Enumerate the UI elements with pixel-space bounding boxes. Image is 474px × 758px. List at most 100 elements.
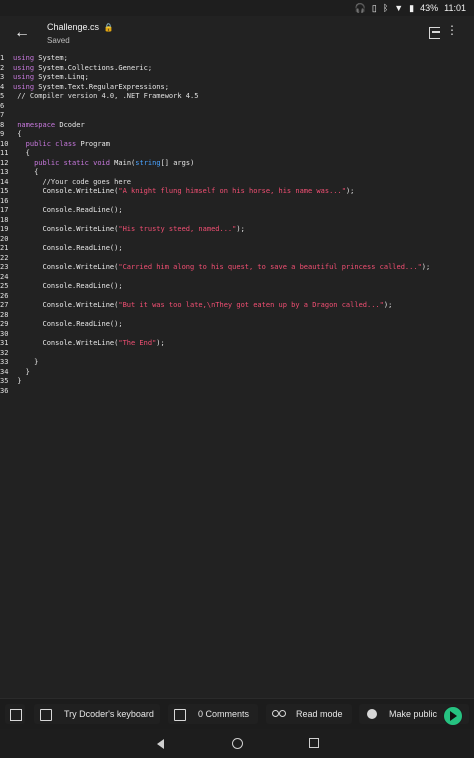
app-bar: ← Challenge.cs 🔒 Saved ⋮ (0, 16, 474, 50)
code-token: Console.WriteLine( (13, 301, 119, 309)
code-text: //Your code goes here (13, 177, 132, 186)
line-number: 7 (0, 111, 5, 119)
code-line[interactable]: 29 Console.ReadLine(); (0, 320, 474, 329)
line-number: 31 (0, 339, 9, 347)
code-line[interactable]: 19 Console.WriteLine("His trusty steed, … (0, 225, 474, 234)
code-line[interactable]: 28 (0, 311, 474, 320)
code-line[interactable]: 2 using System.Collections.Generic; (0, 64, 474, 73)
code-line[interactable]: 18 (0, 216, 474, 225)
code-line[interactable]: 36 (0, 387, 474, 396)
code-line[interactable]: 32 (0, 349, 474, 358)
line-number: 26 (0, 291, 9, 300)
line-number: 29 (0, 320, 9, 328)
code-text: } (13, 368, 30, 376)
code-token: // Compiler version 4.0, .NET Framework … (13, 92, 199, 100)
line-number: 20 (0, 234, 9, 243)
lock-icon: 🔒 (103, 23, 114, 32)
line-number: 4 (0, 82, 5, 91)
code-token: ); (345, 187, 355, 195)
more-vert-icon[interactable]: ⋮ (446, 24, 458, 36)
code-text: Console.ReadLine(); (13, 206, 123, 214)
status-icons: 🎧 ▯ ᛒ ▼ ▮ 43% 11:01 (355, 2, 466, 14)
code-token: "His trusty steed, named..." (118, 225, 237, 233)
code-token: Main( (109, 158, 136, 167)
code-line[interactable]: 25 Console.ReadLine(); (0, 282, 474, 291)
code-line[interactable]: 11 { (0, 149, 474, 158)
try-keyboard-button[interactable]: Try Dcoder's keyboard (34, 704, 160, 724)
nav-back-icon[interactable] (157, 739, 164, 749)
comments-button[interactable]: 0 Comments (168, 704, 258, 724)
code-line[interactable]: 10 public class Program (0, 140, 474, 149)
code-line[interactable]: 15 Console.WriteLine("A knight flung him… (0, 187, 474, 196)
back-arrow-icon[interactable]: ← (14, 25, 30, 41)
code-line[interactable]: 12 public static void Main(string[] args… (0, 159, 474, 168)
line-number: 21 (0, 244, 9, 252)
code-token: System.Linq; (34, 73, 89, 81)
code-line[interactable]: 13 { (0, 168, 474, 177)
menu-button[interactable] (5, 704, 25, 724)
code-token: "A knight flung himself on his horse, hi… (118, 187, 346, 195)
code-token: ); (236, 225, 245, 233)
code-line[interactable]: 27 Console.WriteLine("But it was too lat… (0, 301, 474, 310)
code-text: { (13, 149, 30, 157)
code-line[interactable]: 22 (0, 254, 474, 263)
code-line[interactable]: 7 (0, 111, 474, 120)
code-line[interactable]: 1 using System; (0, 54, 474, 63)
bluetooth-icon: ᛒ (382, 3, 389, 13)
code-line[interactable]: 3 using System.Linq; (0, 73, 474, 82)
code-line[interactable]: 30 (0, 330, 474, 339)
code-line[interactable]: 9 { (0, 130, 474, 139)
code-token: namespace (17, 120, 56, 129)
code-token: [] args) (160, 158, 195, 167)
code-line[interactable]: 16 (0, 197, 474, 206)
code-line[interactable]: 35 } (0, 377, 474, 386)
code-line[interactable]: 8 namespace Dcoder (0, 121, 474, 130)
exit-icon[interactable] (429, 27, 440, 39)
code-token: ); (383, 301, 393, 309)
code-line[interactable]: 14 //Your code goes here (0, 178, 474, 187)
code-line[interactable]: 34 } (0, 368, 474, 377)
line-number: 34 (0, 367, 9, 376)
code-token: //Your code goes here (13, 177, 132, 186)
code-text: Console.WriteLine("The End"); (13, 339, 165, 347)
code-text: Console.WriteLine("But it was too late,\… (13, 301, 393, 309)
code-token: Program (76, 139, 110, 148)
code-text: } (13, 358, 38, 366)
nav-recents-icon[interactable] (309, 738, 319, 748)
code-line[interactable]: 24 (0, 273, 474, 282)
code-text: namespace Dcoder (13, 120, 85, 129)
code-line[interactable]: 21 Console.ReadLine(); (0, 244, 474, 253)
code-line[interactable]: 33 } (0, 358, 474, 367)
code-token: Dcoder (55, 120, 85, 129)
code-token: Console.WriteLine( (13, 339, 119, 347)
run-icon[interactable] (443, 706, 463, 726)
code-editor[interactable]: 1 using System; 2 using System.Collections.… (0, 54, 474, 404)
read-mode-button[interactable]: Read mode (266, 704, 352, 724)
code-line[interactable]: 17 Console.ReadLine(); (0, 206, 474, 215)
code-line[interactable]: 31 Console.WriteLine("The End"); (0, 339, 474, 348)
code-text: } (13, 377, 21, 385)
code-token: { (13, 149, 30, 157)
code-token: Console.WriteLine( (13, 187, 119, 195)
code-token: System.Collections.Generic; (34, 63, 153, 72)
code-line[interactable]: 23 Console.WriteLine("Carried him along … (0, 263, 474, 272)
code-line[interactable]: 4 using System.Text.RegularExpressions; (0, 83, 474, 92)
line-number: 13 (0, 168, 9, 176)
line-number: 22 (0, 253, 9, 262)
code-text: { (13, 130, 21, 138)
code-token: ); (156, 339, 165, 347)
code-line[interactable]: 20 (0, 235, 474, 244)
make-public-button[interactable]: Make public (359, 704, 469, 726)
code-line[interactable]: 6 (0, 102, 474, 111)
nav-home-icon[interactable] (232, 738, 243, 749)
code-token: { (13, 130, 22, 138)
globe-icon (367, 709, 377, 719)
line-number: 5 (0, 92, 5, 100)
code-line[interactable]: 5 // Compiler version 4.0, .NET Framewor… (0, 92, 474, 101)
code-token: "Carried him along to his quest, to save… (118, 263, 422, 271)
line-number: 6 (0, 101, 5, 110)
code-line[interactable]: 26 (0, 292, 474, 301)
line-number: 25 (0, 282, 9, 290)
file-title: Challenge.cs 🔒 (47, 22, 114, 32)
